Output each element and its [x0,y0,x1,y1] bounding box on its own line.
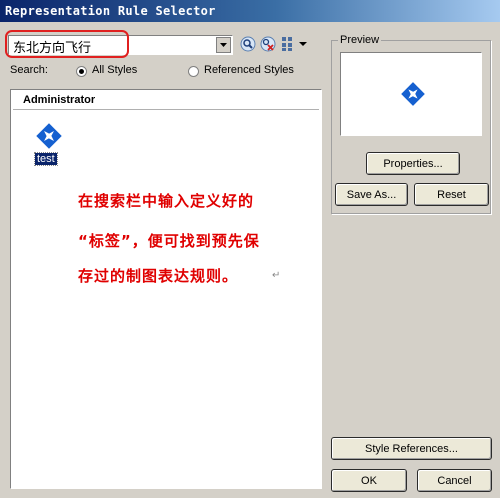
annotation-line-1: 在搜索栏中输入定义好的 [78,192,255,210]
style-references-button[interactable]: Style References... [331,437,492,460]
ok-button[interactable]: OK [331,469,407,492]
annotation-line-3: 存过的制图表达规则。 [78,267,239,285]
reset-button[interactable]: Reset [414,183,489,206]
list-item-label[interactable]: test [34,152,58,166]
annotation-line-2: “标签”，便可找到预先保 [78,232,260,250]
style-list[interactable]: Administrator test [10,89,322,489]
airplane-icon [401,82,425,106]
properties-button[interactable]: Properties... [366,152,460,175]
save-as-button[interactable]: Save As... [335,183,408,206]
search-scope-label: Search: [10,64,48,76]
red-highlight-outline [5,30,129,58]
window-title: Representation Rule Selector [5,4,216,18]
chevron-down-icon[interactable] [216,37,231,53]
preview-label: Preview [338,34,382,46]
referenced-styles-radio[interactable] [188,66,199,77]
view-dropdown-icon[interactable] [298,36,308,52]
search-icon[interactable] [240,36,256,52]
title-bar: Representation Rule Selector [0,0,500,22]
cancel-button[interactable]: Cancel [417,469,492,492]
paragraph-mark-icon: ↵ [272,270,281,281]
list-item-icon[interactable] [35,122,63,150]
all-styles-radio[interactable] [76,66,87,77]
view-options-icon[interactable] [281,36,297,52]
list-group-header: Administrator [13,92,319,110]
referenced-styles-label[interactable]: Referenced Styles [204,64,294,76]
group-header-label: Administrator [23,94,96,106]
all-styles-label[interactable]: All Styles [92,64,137,76]
clear-search-icon[interactable] [260,36,276,52]
preview-pane [340,52,482,136]
airplane-icon [36,123,62,149]
